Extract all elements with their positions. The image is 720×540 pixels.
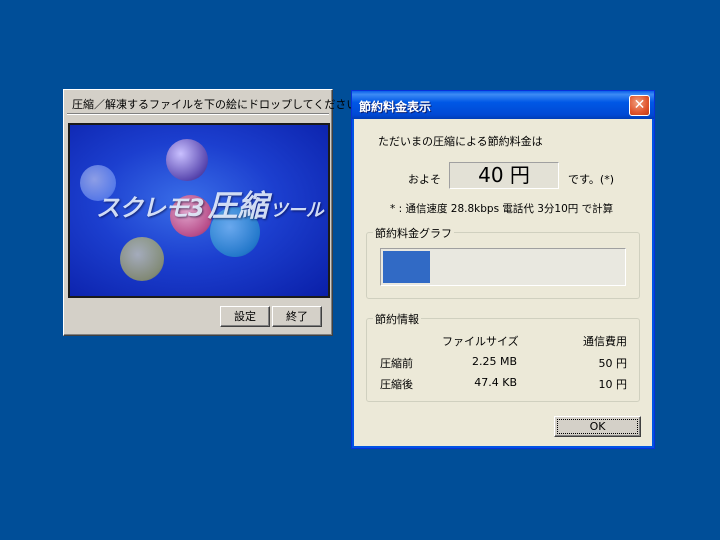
decorative-orb (166, 139, 208, 181)
close-button[interactable]: ✕ (629, 95, 650, 116)
row-label-before: 圧縮前 (380, 357, 413, 370)
exit-button[interactable]: 終了 (272, 306, 322, 327)
dialog-titlebar[interactable]: 節約料金表示 ✕ (352, 91, 654, 119)
drop-window: 圧縮／解凍するファイルを下の絵にドロップしてください スクレモ3 圧縮 ツール 設定… (63, 89, 357, 336)
title-divider (67, 113, 329, 115)
header-file-size: ファイルサイズ (442, 335, 519, 348)
amount-suffix: です。(*) (568, 173, 614, 186)
savings-dialog: 節約料金表示 ✕ ただいまの圧縮による節約料金は およそ 40 円 です。(*)… (351, 90, 655, 449)
settings-button[interactable]: 設定 (220, 306, 270, 327)
logo-text-compress: 圧縮 (207, 189, 268, 224)
row-cost-after: 10 円 (598, 378, 628, 391)
header-transfer-cost: 通信費用 (583, 335, 627, 348)
close-icon: ✕ (633, 97, 646, 113)
decorative-orb (120, 237, 164, 281)
intro-text: ただいまの圧縮による節約料金は (378, 135, 543, 148)
graph-group-label: 節約料金グラフ (373, 225, 454, 241)
row-cost-before: 50 円 (598, 357, 628, 370)
row-label-after: 圧縮後 (380, 378, 413, 391)
savings-graph-track (380, 248, 626, 286)
dialog-title: 節約料金表示 (359, 100, 432, 114)
logo-text-brand: スクレモ3 (96, 194, 205, 222)
row-size-after: 47.4 KB (474, 376, 517, 389)
drop-window-title: 圧縮／解凍するファイルを下の絵にドロップしてください (72, 98, 358, 111)
savings-graph-bar (383, 251, 430, 283)
savings-graph-group: 節約料金グラフ (366, 225, 640, 299)
rate-note: * : 通信速度 28.8kbps 電話代 3分10円 で計算 (390, 203, 614, 215)
logo-text-tool: ツール (269, 200, 324, 221)
info-group-label: 節約情報 (373, 311, 421, 327)
ok-button[interactable]: OK (554, 416, 641, 437)
file-drop-area[interactable]: スクレモ3 圧縮 ツール (68, 123, 330, 298)
savings-info-group: 節約情報 ファイルサイズ 通信費用 圧縮前 2.25 MB 50 円 圧縮後 4… (366, 311, 640, 402)
app-logo: スクレモ3 圧縮 ツール (96, 181, 324, 225)
savings-amount: 40 円 (449, 162, 559, 189)
row-size-before: 2.25 MB (471, 355, 517, 368)
approx-label: およそ (408, 173, 441, 186)
